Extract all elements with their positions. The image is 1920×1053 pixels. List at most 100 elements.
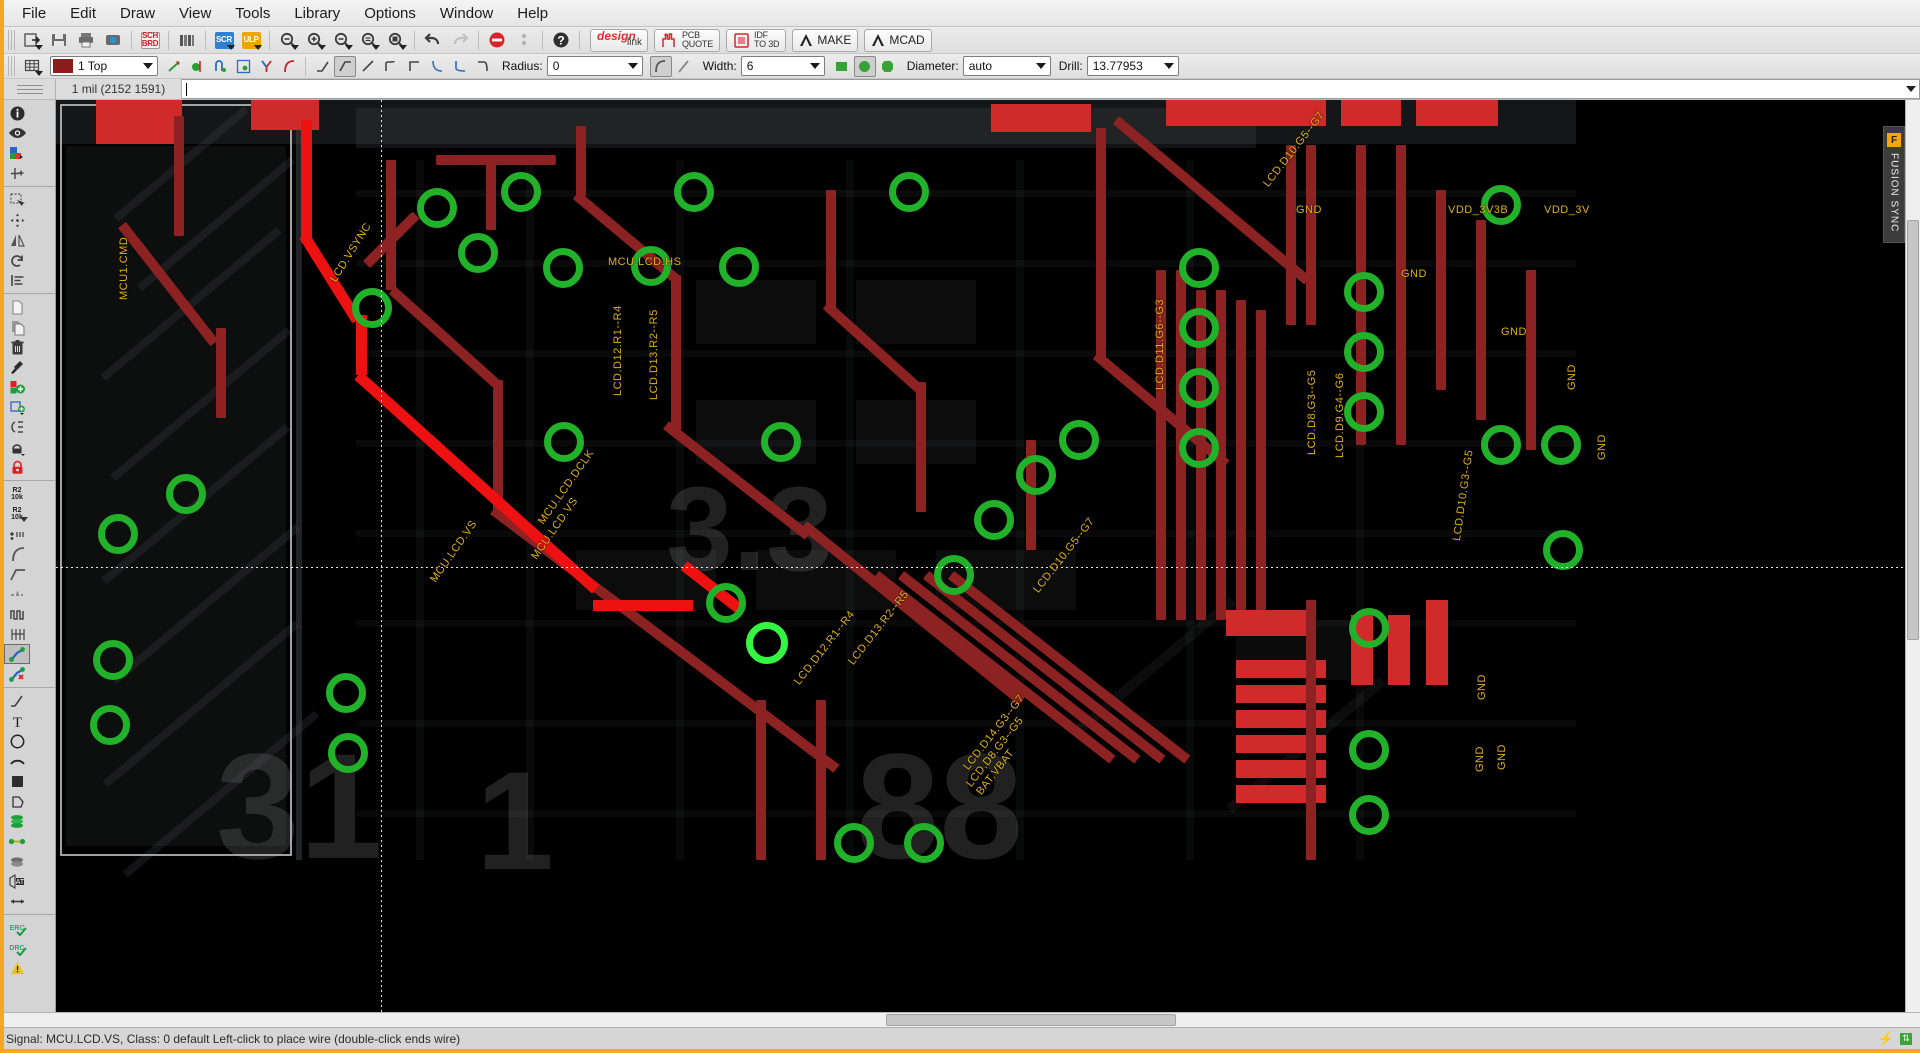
pcb-quote-button[interactable]: PCB QUOTE [654, 29, 720, 52]
via[interactable] [501, 172, 541, 212]
drc-icon[interactable]: DRC [4, 938, 30, 958]
pcb-board-view[interactable]: 3.3 31 88 1 [56, 100, 1905, 1012]
via[interactable] [352, 288, 392, 328]
menu-item-draw[interactable]: Draw [108, 2, 167, 25]
script-icon[interactable]: SCR [211, 29, 237, 52]
wirebend-7-icon[interactable] [472, 56, 494, 77]
menu-item-tools[interactable]: Tools [223, 2, 282, 25]
via[interactable] [1016, 455, 1056, 495]
polygon-icon[interactable] [4, 791, 30, 811]
wirebend-6-icon[interactable] [449, 56, 471, 77]
via[interactable] [1179, 308, 1219, 348]
wirebend-2-icon[interactable] [357, 56, 379, 77]
via[interactable] [719, 247, 759, 287]
add-icon[interactable] [4, 377, 30, 397]
via[interactable] [1179, 428, 1219, 468]
via[interactable] [1344, 392, 1384, 432]
pinswap-icon[interactable] [4, 417, 30, 437]
menu-item-view[interactable]: View [167, 2, 223, 25]
cam-processor-icon[interactable] [100, 29, 126, 52]
replace-icon[interactable] [4, 397, 30, 417]
miter-y-icon[interactable] [255, 56, 277, 77]
miter-arc-icon[interactable] [650, 56, 672, 77]
lock-icon[interactable] [4, 457, 30, 477]
menu-item-help[interactable]: Help [505, 2, 560, 25]
via[interactable] [1344, 332, 1384, 372]
via[interactable] [93, 640, 133, 680]
via[interactable] [90, 705, 130, 745]
optimize-icon[interactable] [4, 584, 30, 604]
open-icon[interactable] [19, 29, 45, 52]
text-icon[interactable]: T [4, 711, 30, 731]
menu-item-library[interactable]: Library [282, 2, 352, 25]
radius-input[interactable]: 0 [547, 56, 643, 76]
via[interactable] [1349, 608, 1389, 648]
zoom-out-icon[interactable] [329, 29, 355, 52]
smash-icon[interactable] [4, 524, 30, 544]
zoom-fit-icon[interactable] [275, 29, 301, 52]
delete-icon[interactable] [4, 337, 30, 357]
via[interactable] [1059, 420, 1099, 460]
via-square-icon[interactable] [831, 56, 853, 77]
via-tool-icon[interactable] [4, 811, 30, 831]
idf-to-3d-button[interactable]: IDF TO 3D [726, 29, 786, 52]
via[interactable] [98, 514, 138, 554]
make-button[interactable]: MAKE [792, 29, 858, 52]
drill-input[interactable]: 13.77953 [1087, 56, 1179, 76]
via[interactable] [1349, 795, 1389, 835]
menu-item-window[interactable]: Window [428, 2, 505, 25]
info-icon[interactable] [4, 103, 30, 123]
ripup-wire-icon[interactable] [4, 664, 30, 684]
name-icon[interactable]: R210k [4, 484, 30, 504]
help-icon[interactable]: ? [548, 29, 574, 52]
chevron-down-icon[interactable] [1906, 86, 1916, 92]
mcad-button[interactable]: MCAD [864, 29, 931, 52]
change-icon[interactable] [4, 270, 30, 290]
via[interactable] [1543, 530, 1583, 570]
via[interactable] [1541, 425, 1581, 465]
rect-icon[interactable] [4, 771, 30, 791]
via[interactable] [458, 233, 498, 273]
move-icon[interactable] [4, 210, 30, 230]
airwire-icon[interactable] [186, 56, 208, 77]
via[interactable] [834, 823, 874, 863]
via[interactable] [1179, 248, 1219, 288]
hole-icon[interactable] [4, 851, 30, 871]
ratsnest-tool-icon[interactable] [4, 624, 30, 644]
erc-icon[interactable]: ERC [4, 918, 30, 938]
busy-icon[interactable] [511, 29, 537, 52]
miter-line-icon[interactable] [673, 56, 695, 77]
route-tool-icon[interactable] [4, 644, 30, 664]
zoom-in-icon[interactable] [302, 29, 328, 52]
command-line-input[interactable] [182, 79, 1920, 99]
menu-item-options[interactable]: Options [352, 2, 428, 25]
wire-icon[interactable] [4, 691, 30, 711]
zoom-select-icon[interactable] [383, 29, 409, 52]
dimension-icon[interactable] [4, 891, 30, 911]
via[interactable] [706, 583, 746, 623]
via[interactable] [674, 172, 714, 212]
redo-icon[interactable] [447, 29, 473, 52]
print-icon[interactable] [73, 29, 99, 52]
route-icon[interactable] [209, 56, 231, 77]
menu-item-file[interactable]: File [10, 2, 58, 25]
grid-toggle[interactable] [4, 79, 56, 99]
wirebend-3-icon[interactable] [380, 56, 402, 77]
chevron-down-icon[interactable] [1036, 63, 1046, 69]
paste-icon[interactable] [4, 317, 30, 337]
via[interactable] [889, 172, 929, 212]
ripup-tool-icon[interactable] [4, 357, 30, 377]
via[interactable] [328, 733, 368, 773]
arc-icon[interactable] [4, 751, 30, 771]
mark-icon[interactable] [4, 163, 30, 183]
sync-indicator-icon[interactable]: ⇅ [1900, 1033, 1912, 1045]
grid-icon[interactable] [19, 55, 45, 78]
ulp-icon[interactable]: ULP [238, 29, 264, 52]
design-link-button[interactable]: design link [590, 29, 648, 52]
via[interactable] [1179, 368, 1219, 408]
ratsnest-icon[interactable] [163, 56, 185, 77]
via-round-icon[interactable] [854, 56, 876, 77]
via[interactable] [761, 422, 801, 462]
chevron-down-icon[interactable] [810, 63, 820, 69]
chevron-down-icon[interactable] [143, 63, 153, 69]
